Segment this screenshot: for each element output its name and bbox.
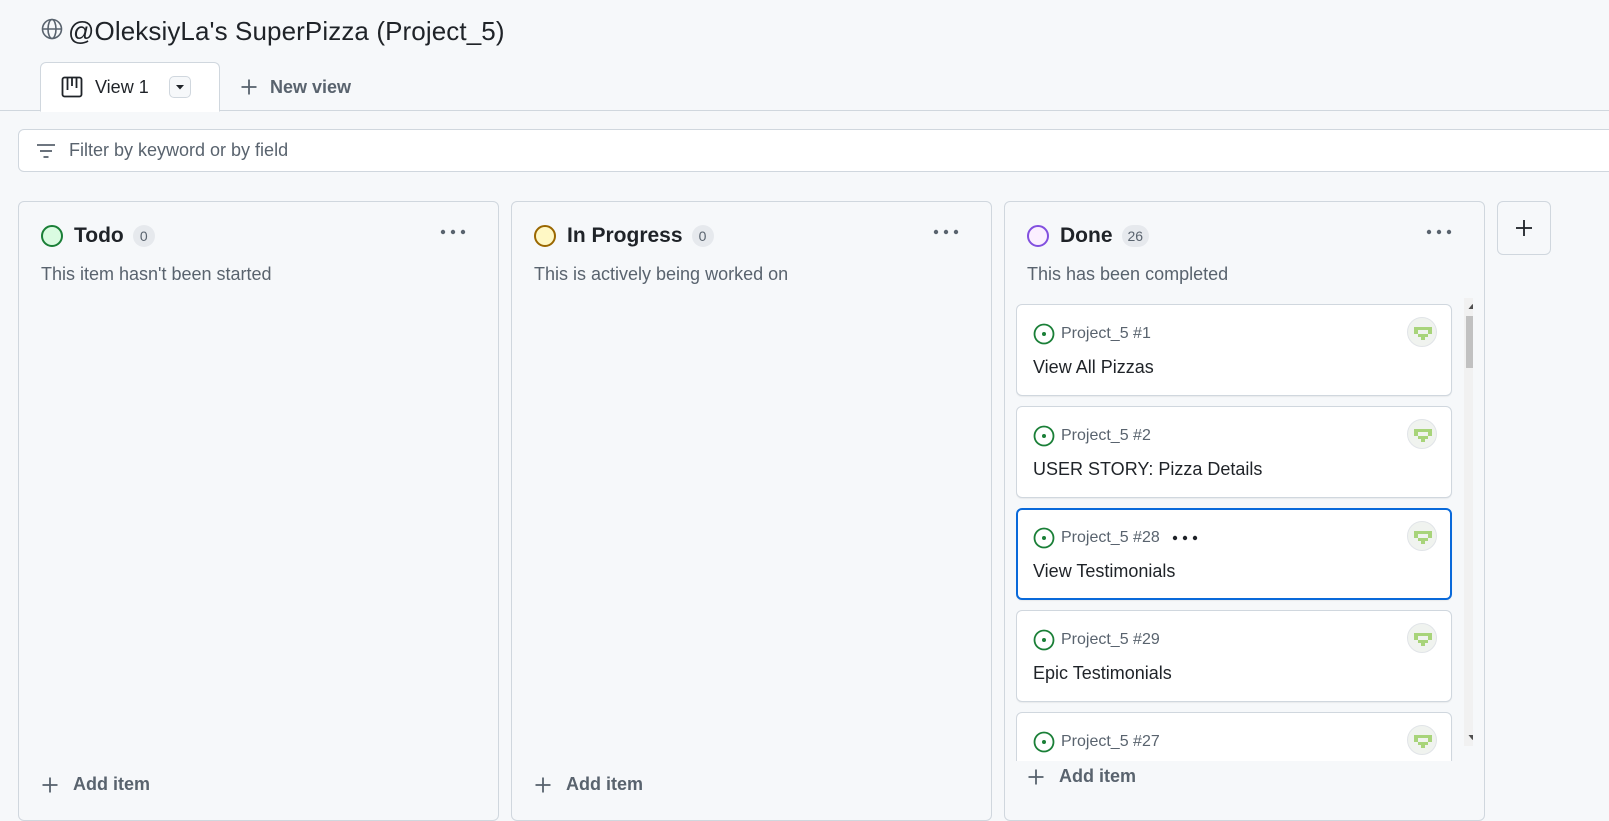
tab-view-1[interactable]: View 1 <box>40 62 220 112</box>
column-title: Done <box>1060 224 1113 247</box>
card-reference[interactable]: Project_5 #2 <box>1061 427 1151 445</box>
card-options-icon[interactable] <box>1172 534 1198 542</box>
issue-opened-icon <box>1033 527 1055 549</box>
column-header: Todo 0 <box>41 224 155 248</box>
filter-bar[interactable] <box>18 129 1609 172</box>
card-meta: Project_5 #29 <box>1033 629 1160 651</box>
card-title[interactable]: USER STORY: Pizza Details <box>1033 459 1262 480</box>
issue-opened-icon <box>1033 425 1055 447</box>
view-options-button[interactable] <box>168 76 191 98</box>
column-done: Done 26 This has been completed Project_… <box>1004 201 1485 821</box>
issue-opened-icon <box>1033 629 1055 651</box>
new-view-label: New view <box>270 76 352 97</box>
identicon-icon <box>1414 735 1432 748</box>
scroll-up-icon[interactable] <box>1468 302 1473 311</box>
card-reference[interactable]: Project_5 #1 <box>1061 325 1151 343</box>
column-in-progress: In Progress 0 This is actively being wor… <box>511 201 992 821</box>
column-description: This has been completed <box>1027 264 1229 284</box>
scrollbar-thumb[interactable] <box>1466 316 1473 368</box>
column-menu-button[interactable] <box>1424 222 1454 242</box>
issue-opened-icon <box>1033 323 1055 345</box>
new-view-button[interactable]: New view <box>220 62 351 112</box>
add-item-label: Add item <box>73 774 151 794</box>
add-item-label: Add item <box>1059 766 1137 786</box>
avatar[interactable] <box>1407 419 1437 449</box>
avatar[interactable] <box>1407 521 1437 551</box>
column-menu-button[interactable] <box>931 222 961 242</box>
column-count: 0 <box>691 225 714 247</box>
tab-label: View 1 <box>95 76 149 97</box>
title-row: @OleksiyLa's SuperPizza (Project_5) <box>40 16 505 47</box>
card-item-selected[interactable]: Project_5 #28 View Testimonials <box>1016 508 1452 600</box>
page-title: @OleksiyLa's SuperPizza (Project_5) <box>68 16 505 46</box>
card-reference[interactable]: Project_5 #27 <box>1061 733 1160 751</box>
add-column-button[interactable] <box>1497 201 1551 255</box>
add-item-label: Add item <box>566 774 644 794</box>
add-item-button[interactable]: Add item <box>534 774 643 795</box>
card-reference[interactable]: Project_5 #29 <box>1061 631 1160 649</box>
card-meta: Project_5 #28 <box>1033 527 1198 549</box>
avatar[interactable] <box>1407 725 1437 755</box>
avatar[interactable] <box>1407 623 1437 653</box>
card-title[interactable]: View Testimonials <box>1033 561 1175 582</box>
card-reference[interactable]: Project_5 #28 <box>1061 529 1160 547</box>
column-todo: Todo 0 This item hasn't been started Add… <box>18 201 499 821</box>
plus-icon <box>42 777 58 792</box>
card-list[interactable]: Project_5 #1 View All Pizzas Project_5 #… <box>1016 298 1473 761</box>
column-header: Done 26 <box>1027 224 1150 248</box>
scrollbar[interactable] <box>1464 298 1473 746</box>
identicon-icon <box>1414 531 1432 544</box>
status-done-icon <box>1027 225 1049 247</box>
identicon-icon <box>1414 633 1432 646</box>
caret-down-icon <box>175 85 184 90</box>
kebab-horizontal-icon <box>1426 229 1452 235</box>
scroll-down-icon[interactable] <box>1468 733 1473 742</box>
issue-opened-icon <box>1033 731 1055 753</box>
card-item[interactable]: Project_5 #2 USER STORY: Pizza Details <box>1016 406 1452 498</box>
add-item-button[interactable]: Add item <box>41 774 150 795</box>
plus-icon <box>1516 220 1532 236</box>
add-item-button[interactable]: Add item <box>1027 766 1136 787</box>
column-header: In Progress 0 <box>534 224 714 248</box>
card-item[interactable]: Project_5 #27 <box>1016 712 1452 761</box>
plus-icon <box>1028 769 1044 784</box>
card-title[interactable]: Epic Testimonials <box>1033 663 1172 684</box>
filter-icon <box>37 143 55 158</box>
plus-icon <box>241 79 257 95</box>
identicon-icon <box>1414 327 1432 340</box>
filter-input[interactable] <box>69 140 669 161</box>
column-menu-button[interactable] <box>438 222 468 242</box>
column-count: 26 <box>1121 225 1150 247</box>
card-meta: Project_5 #1 <box>1033 323 1151 345</box>
column-description: This is actively being worked on <box>534 264 789 284</box>
column-title: In Progress <box>567 224 683 247</box>
globe-icon <box>41 18 63 39</box>
card-item[interactable]: Project_5 #29 Epic Testimonials <box>1016 610 1452 702</box>
plus-icon <box>535 777 551 792</box>
project-header: @OleksiyLa's SuperPizza (Project_5) View… <box>0 0 1609 112</box>
identicon-icon <box>1414 429 1432 442</box>
column-description: This item hasn't been started <box>41 264 272 284</box>
card-item[interactable]: Project_5 #1 View All Pizzas <box>1016 304 1452 396</box>
status-in-progress-icon <box>534 225 556 247</box>
view-tabs: View 1 New view <box>40 62 351 112</box>
column-title: Todo <box>74 224 124 247</box>
kebab-horizontal-icon <box>933 229 959 235</box>
column-count: 0 <box>132 225 155 247</box>
card-meta: Project_5 #27 <box>1033 731 1160 753</box>
status-todo-icon <box>41 225 63 247</box>
board-icon <box>61 76 83 98</box>
card-meta: Project_5 #2 <box>1033 425 1151 447</box>
card-title[interactable]: View All Pizzas <box>1033 357 1154 378</box>
kebab-horizontal-icon <box>440 229 466 235</box>
avatar[interactable] <box>1407 317 1437 347</box>
